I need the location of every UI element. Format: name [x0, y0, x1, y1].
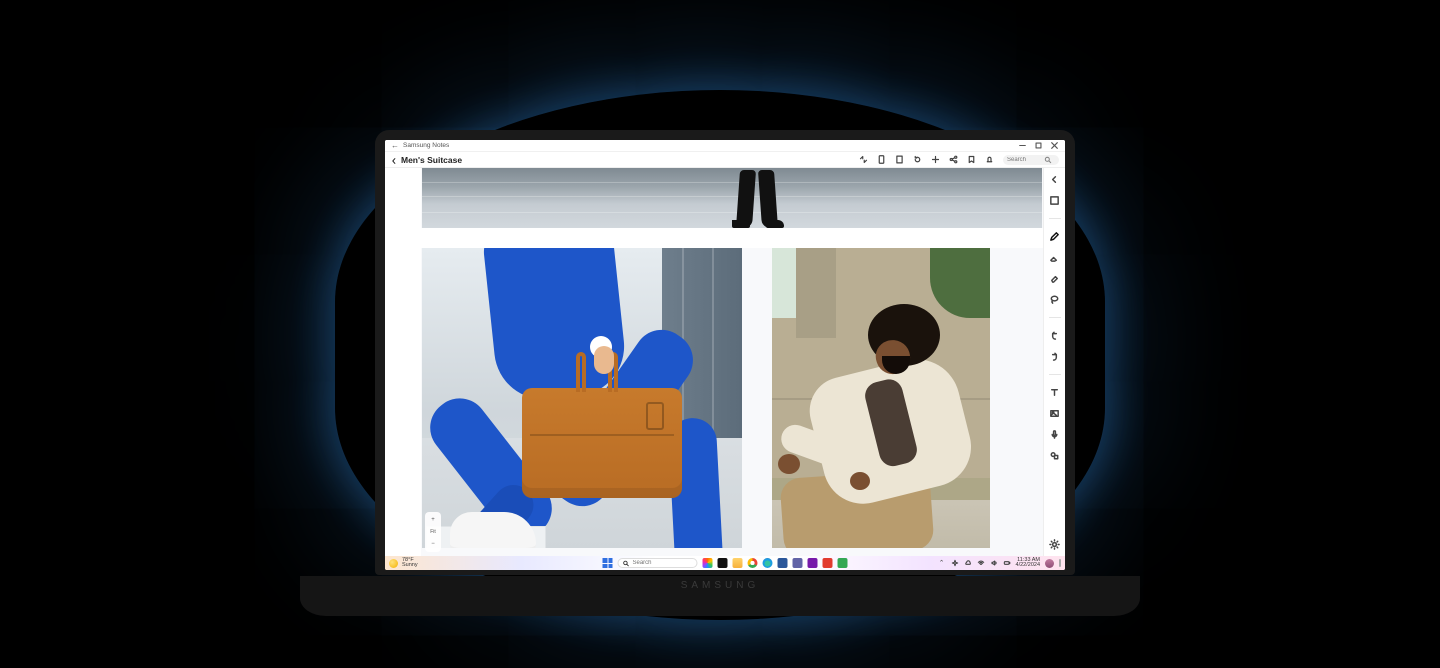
undo-icon[interactable]	[1049, 330, 1060, 341]
window-back-button[interactable]: ←	[391, 141, 399, 150]
share-icon[interactable]	[949, 155, 958, 164]
phone-link-icon[interactable]	[877, 155, 886, 164]
wifi-icon[interactable]	[977, 559, 985, 567]
taskbar-search-input[interactable]	[633, 560, 687, 566]
zoom-out-button[interactable]: −	[428, 539, 438, 549]
taskbar-app-1-icon[interactable]	[718, 558, 728, 568]
tray-overflow-button[interactable]: ⌃	[938, 559, 946, 567]
shapes-icon[interactable]	[1049, 450, 1060, 461]
photo-man-leaning	[772, 248, 990, 548]
pen-icon[interactable]	[1049, 231, 1060, 242]
search-input[interactable]	[1007, 157, 1041, 163]
volume-icon[interactable]	[990, 559, 998, 567]
taskbar-onenote-icon[interactable]	[808, 558, 818, 568]
taskbar-copilot-icon[interactable]	[703, 558, 713, 568]
laptop-screen: ← Samsung Notes Men's Suitcase	[385, 140, 1065, 570]
clock-date: 4/22/2024	[1016, 563, 1040, 568]
window-maximize-button[interactable]	[1035, 142, 1043, 149]
search-box[interactable]	[1003, 155, 1059, 165]
taskbar-search[interactable]	[618, 558, 698, 568]
app-name: Samsung Notes	[403, 142, 449, 149]
text-icon[interactable]	[1049, 387, 1060, 398]
zoom-controls: + Fit −	[425, 512, 441, 552]
windows-taskbar: 78°F Sunny	[385, 556, 1065, 570]
note-canvas[interactable]: + Fit −	[421, 168, 1043, 556]
taskbar-teams-icon[interactable]	[793, 558, 803, 568]
zoom-fit-button[interactable]: Fit	[428, 527, 438, 537]
laptop-brand-strip: SAMSUNG	[300, 576, 1140, 616]
weather-cond: Sunny	[402, 563, 418, 568]
taskbar-weather[interactable]: 78°F Sunny	[389, 558, 418, 568]
expand-sidebar-icon[interactable]	[1049, 174, 1060, 185]
window-minimize-button[interactable]	[1019, 142, 1027, 149]
laptop-brand: SAMSUNG	[300, 576, 1140, 591]
settings-rail-icon[interactable]	[1049, 539, 1060, 550]
note-title: Men's Suitcase	[401, 155, 462, 165]
panel-icon[interactable]	[1049, 195, 1060, 206]
taskbar-explorer-icon[interactable]	[733, 558, 743, 568]
taskbar-chrome-icon[interactable]	[748, 558, 758, 568]
taskbar-clock[interactable]: 11:33 AM 4/22/2024	[1016, 558, 1040, 568]
taskbar-word-icon[interactable]	[778, 558, 788, 568]
expand-icon[interactable]	[859, 155, 868, 164]
voice-icon[interactable]	[1049, 429, 1060, 440]
highlighter-icon[interactable]	[1049, 252, 1060, 263]
show-desktop-button[interactable]	[1059, 559, 1061, 567]
window-close-button[interactable]	[1051, 142, 1059, 149]
taskbar-app-2-icon[interactable]	[823, 558, 833, 568]
app-toolbar: Men's Suitcase	[385, 152, 1065, 168]
redo-icon[interactable]	[1049, 351, 1060, 362]
back-chevron-icon[interactable]	[391, 157, 397, 163]
battery-icon[interactable]	[1003, 559, 1011, 567]
eraser-icon[interactable]	[1049, 273, 1060, 284]
ai-icon[interactable]	[951, 559, 959, 567]
weather-icon	[389, 559, 398, 568]
taskbar-edge-icon[interactable]	[763, 558, 773, 568]
page-icon[interactable]	[895, 155, 904, 164]
taskbar-search-icon	[623, 560, 630, 567]
zoom-in-button[interactable]: +	[428, 515, 438, 525]
taskbar-app-3-icon[interactable]	[838, 558, 848, 568]
banner-image	[422, 168, 1042, 228]
bell-icon[interactable]	[985, 155, 994, 164]
taskbar-avatar[interactable]	[1045, 559, 1054, 568]
note-workspace: + Fit −	[385, 168, 1043, 556]
onedrive-icon[interactable]	[964, 559, 972, 567]
image-icon[interactable]	[1049, 408, 1060, 419]
tool-rail	[1043, 168, 1065, 556]
photo-briefcase	[422, 248, 742, 548]
window-titlebar: ← Samsung Notes	[385, 140, 1065, 152]
lasso-icon[interactable]	[1049, 294, 1060, 305]
refresh-icon[interactable]	[913, 155, 922, 164]
plus-icon[interactable]	[931, 155, 940, 164]
search-icon	[1044, 156, 1052, 164]
bookmark-icon[interactable]	[967, 155, 976, 164]
start-button[interactable]	[603, 558, 613, 568]
